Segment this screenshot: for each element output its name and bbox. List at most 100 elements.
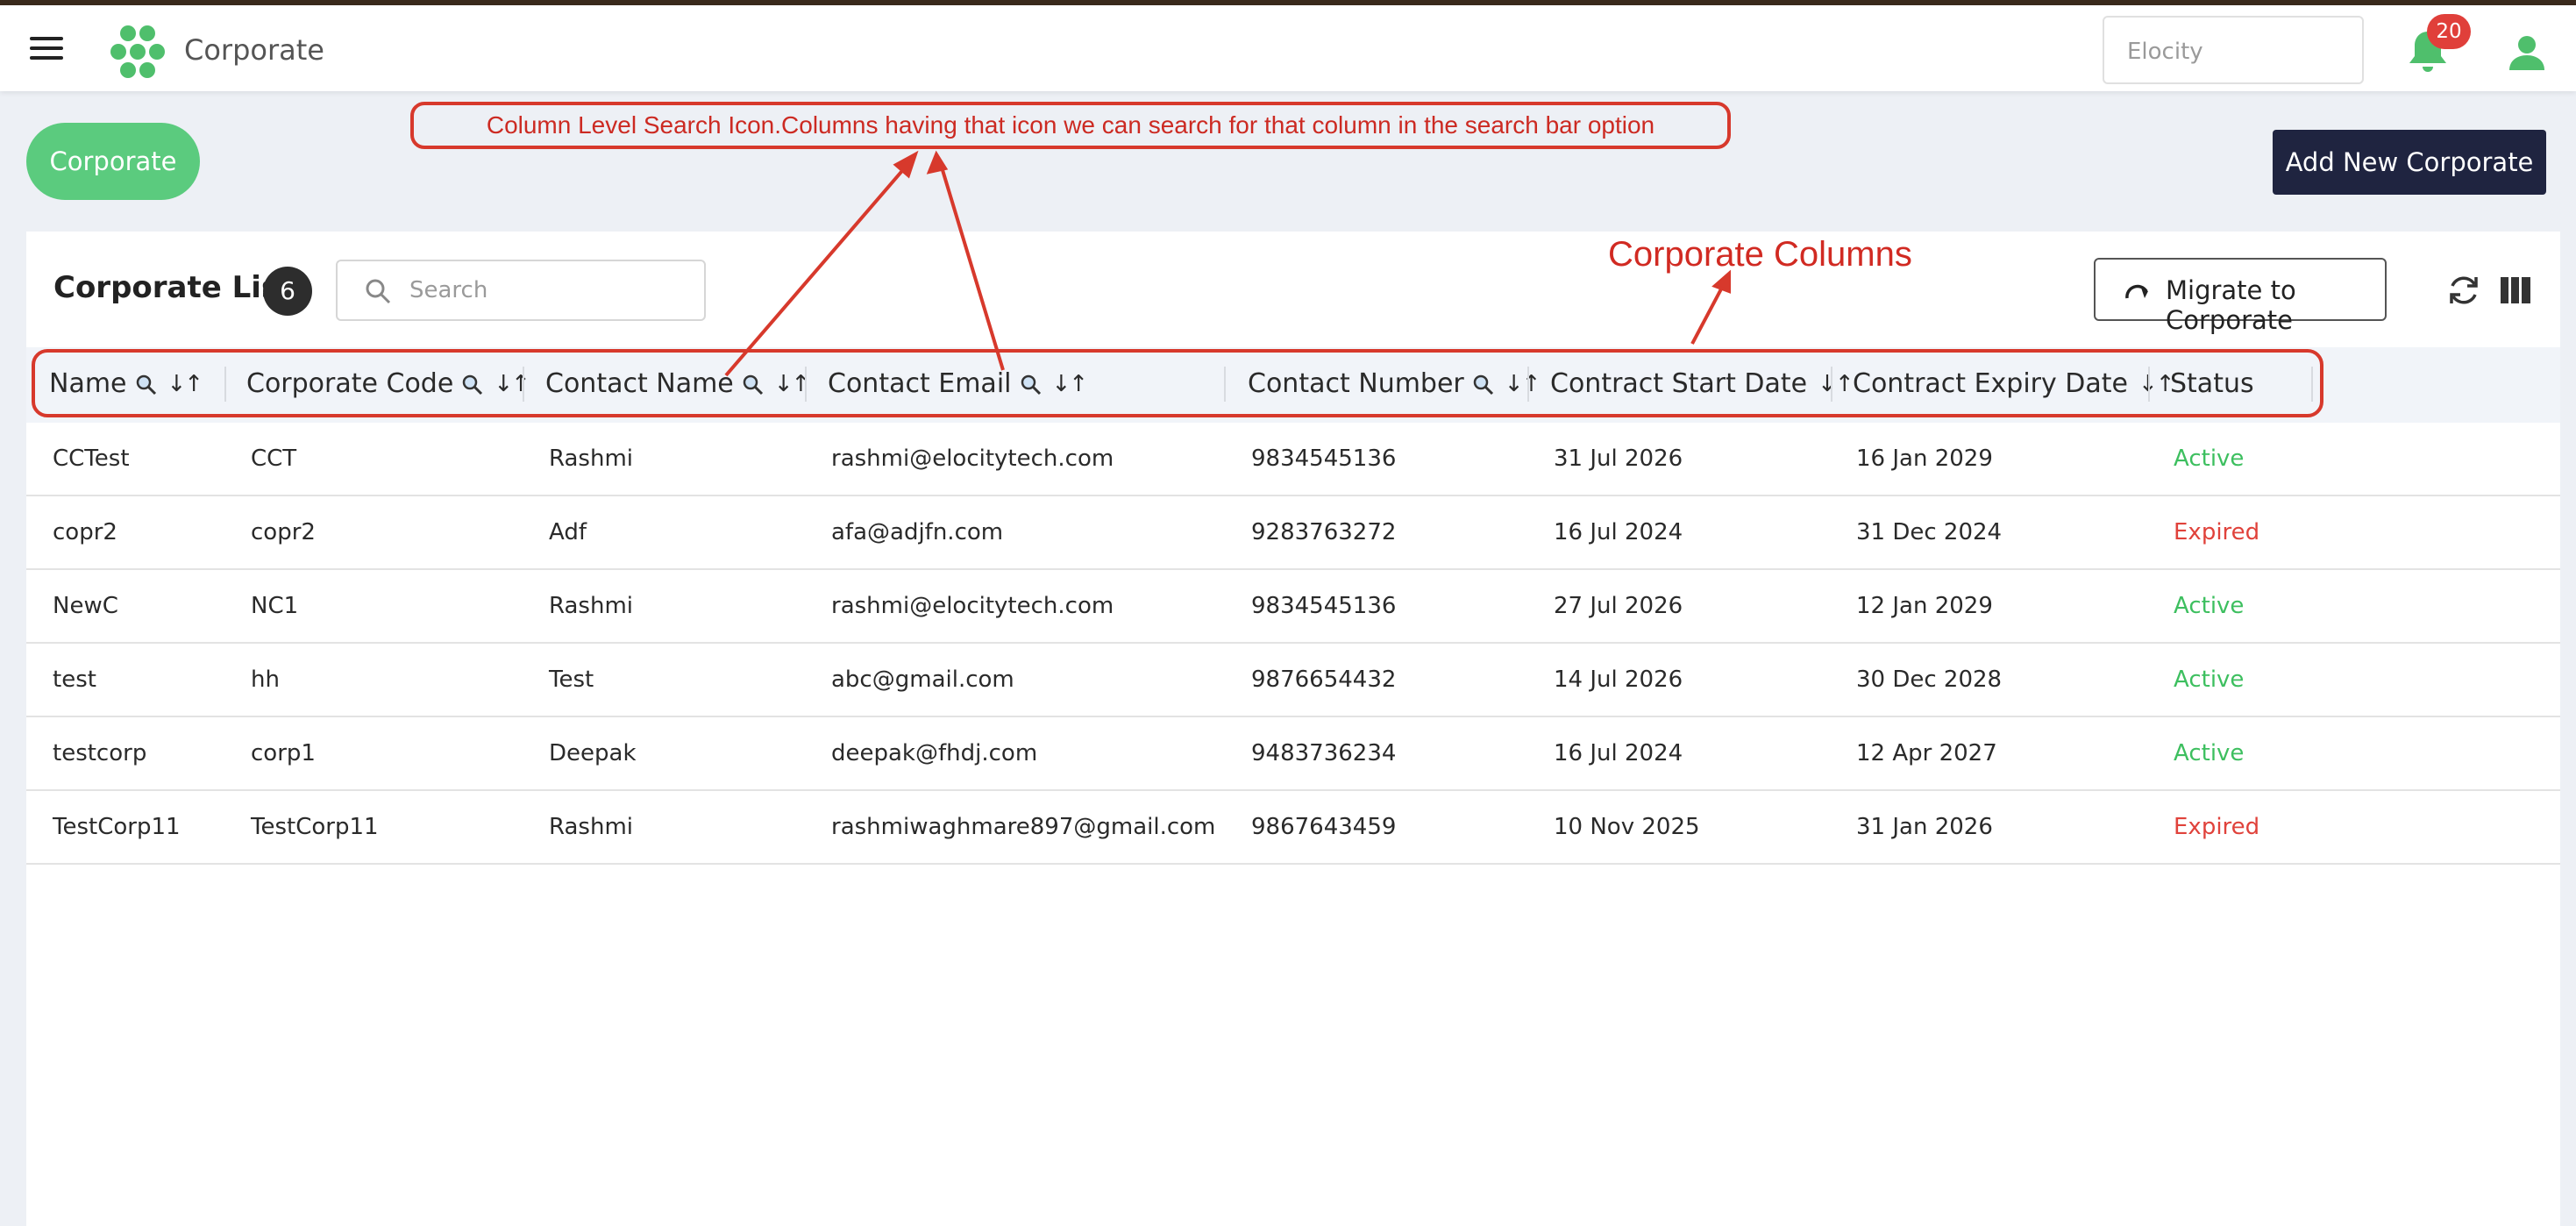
table-row[interactable]: testcorp corp1 Deepak deepak@fhdj.com 948373… (26, 717, 2560, 791)
migrate-label: Migrate to Corporate (2166, 275, 2296, 335)
corporate-tab-pill[interactable]: Corporate (26, 123, 200, 200)
search-icon (366, 279, 391, 304)
app-title: Corporate (184, 33, 324, 67)
table-cell: 16 Jan 2029 (1856, 445, 1993, 472)
table-cell: Test (549, 666, 594, 693)
table-cell: copr2 (53, 519, 117, 545)
column-header-label: Contract Expiry Date (1853, 368, 2129, 399)
logo-icon (110, 25, 165, 78)
status-cell: Active (2174, 666, 2245, 693)
table-cell: 31 Jul 2026 (1554, 445, 1683, 472)
column-separator (1224, 367, 1226, 402)
table-cell: hh (251, 666, 280, 693)
column-separator (2148, 367, 2150, 402)
menu-icon[interactable] (30, 37, 63, 63)
table-cell: deepak@fhdj.com (831, 740, 1038, 766)
table-row[interactable]: CCTest CCT Rashmi rashmi@elocitytech.com 983… (26, 423, 2560, 496)
column-search-icon[interactable] (1471, 373, 1494, 396)
annotation-corporate-columns: Corporate Columns (1608, 235, 1912, 274)
table-cell: 31 Dec 2024 (1856, 519, 2003, 545)
column-settings-icon[interactable] (2501, 277, 2530, 303)
status-cell: Active (2174, 740, 2245, 766)
table-cell: Rashmi (549, 445, 634, 472)
table-cell: NC1 (251, 593, 299, 619)
column-separator (1527, 367, 1529, 402)
add-new-corporate-button[interactable]: Add New Corporate (2273, 130, 2546, 195)
table-cell: afa@adjfn.com (831, 519, 1004, 545)
sort-icon[interactable]: ↓↑ (2138, 371, 2175, 397)
table-cell: 12 Apr 2027 (1856, 740, 1997, 766)
status-cell: Active (2174, 445, 2245, 472)
table-cell: 12 Jan 2029 (1856, 593, 1993, 619)
table-cell: 9834545136 (1251, 593, 1397, 619)
table-cell: 10 Nov 2025 (1554, 814, 1700, 840)
column-separator (224, 367, 226, 402)
table-cell: corp1 (251, 740, 316, 766)
table-cell: 9483736234 (1251, 740, 1397, 766)
corporate-list-card: Corporate List 6 Search Corporate Column… (26, 232, 2560, 1226)
table-cell: 14 Jul 2026 (1554, 666, 1683, 693)
sort-icon[interactable]: ↓↑ (1818, 371, 1854, 397)
table-row[interactable]: TestCorp11 TestCorp11 Rashmi rashmiwaghmare… (26, 791, 2560, 865)
column-header-label: Contract Start Date (1550, 368, 1808, 399)
sort-icon[interactable]: ↓↑ (167, 371, 204, 397)
column-header[interactable]: Contact Email ↓↑ (828, 368, 1089, 399)
table-row[interactable]: copr2 copr2 Adf afa@adjfn.com 9283763272 16 J… (26, 496, 2560, 570)
top-bar: Corporate Elocity 20 (0, 5, 2576, 91)
table-cell: 31 Jan 2026 (1856, 814, 1993, 840)
column-search-icon[interactable] (1019, 373, 1042, 396)
table-cell: 9283763272 (1251, 519, 1397, 545)
table-cell: 16 Jul 2024 (1554, 740, 1683, 766)
user-avatar-icon[interactable] (2506, 32, 2548, 74)
column-header[interactable]: Corporate Code ↓↑ (246, 368, 530, 399)
column-header-label: Contact Email (828, 368, 1012, 399)
column-search-icon[interactable] (460, 373, 483, 396)
column-header-label: Status (2170, 368, 2254, 399)
column-header[interactable]: Contact Name ↓↑ (545, 368, 811, 399)
column-separator (2311, 367, 2313, 402)
table-row[interactable]: test hh Test abc@gmail.com 9876654432 14 Jul … (26, 644, 2560, 717)
sort-icon[interactable]: ↓↑ (1052, 371, 1089, 397)
table-cell: 9876654432 (1251, 666, 1397, 693)
column-header-label: Corporate Code (246, 368, 454, 399)
table-cell: CCTest (53, 445, 130, 472)
table-cell: rashmi@elocitytech.com (831, 445, 1114, 472)
sort-icon[interactable]: ↓↑ (774, 371, 811, 397)
table-cell: 16 Jul 2024 (1554, 519, 1683, 545)
column-header[interactable]: Contract Expiry Date ↓↑ (1853, 368, 2175, 399)
table-cell: rashmiwaghmare897@gmail.com (831, 814, 1216, 840)
column-header[interactable]: Contract Start Date ↓↑ (1550, 368, 1854, 399)
table-cell: TestCorp11 (53, 814, 181, 840)
column-search-icon[interactable] (134, 373, 157, 396)
table-row[interactable]: NewC NC1 Rashmi rashmi@elocitytech.com 98345… (26, 570, 2560, 644)
search-placeholder: Search (409, 277, 488, 303)
sort-icon[interactable]: ↓↑ (1505, 371, 1541, 397)
table-cell: TestCorp11 (251, 814, 379, 840)
refresh-icon[interactable] (2446, 272, 2481, 309)
status-cell: Expired (2174, 519, 2260, 545)
table-cell: Rashmi (549, 593, 634, 619)
redo-arrow-icon (2125, 284, 2148, 299)
table-cell: 9834545136 (1251, 445, 1397, 472)
notification-count-badge: 20 (2427, 14, 2471, 49)
organization-selector[interactable]: Elocity (2103, 16, 2364, 84)
column-header[interactable]: Name ↓↑ (49, 368, 204, 399)
column-separator (1831, 367, 1832, 402)
status-cell: Expired (2174, 814, 2260, 840)
table-header: Name ↓↑ Corporate Code ↓↑ Contact Name ↓↑ Cont… (26, 347, 2560, 423)
migrate-to-corporate-button[interactable]: Migrate to Corporate (2094, 258, 2387, 335)
table-cell: Rashmi (549, 814, 634, 840)
table-cell: abc@gmail.com (831, 666, 1014, 693)
table-cell: NewC (53, 593, 118, 619)
table-cell: 30 Dec 2028 (1856, 666, 2003, 693)
column-separator (523, 367, 524, 402)
column-header[interactable]: Contact Number ↓↑ (1248, 368, 1541, 399)
table-cell: 9867643459 (1251, 814, 1397, 840)
table-cell: copr2 (251, 519, 316, 545)
search-input[interactable]: Search (336, 260, 706, 321)
list-title: Corporate List (53, 270, 294, 305)
column-header-label: Name (49, 368, 127, 399)
annotation-search-icon-note: Column Level Search Icon.Columns having … (410, 102, 1731, 149)
column-header[interactable]: Status (2170, 368, 2254, 399)
column-search-icon[interactable] (741, 373, 764, 396)
